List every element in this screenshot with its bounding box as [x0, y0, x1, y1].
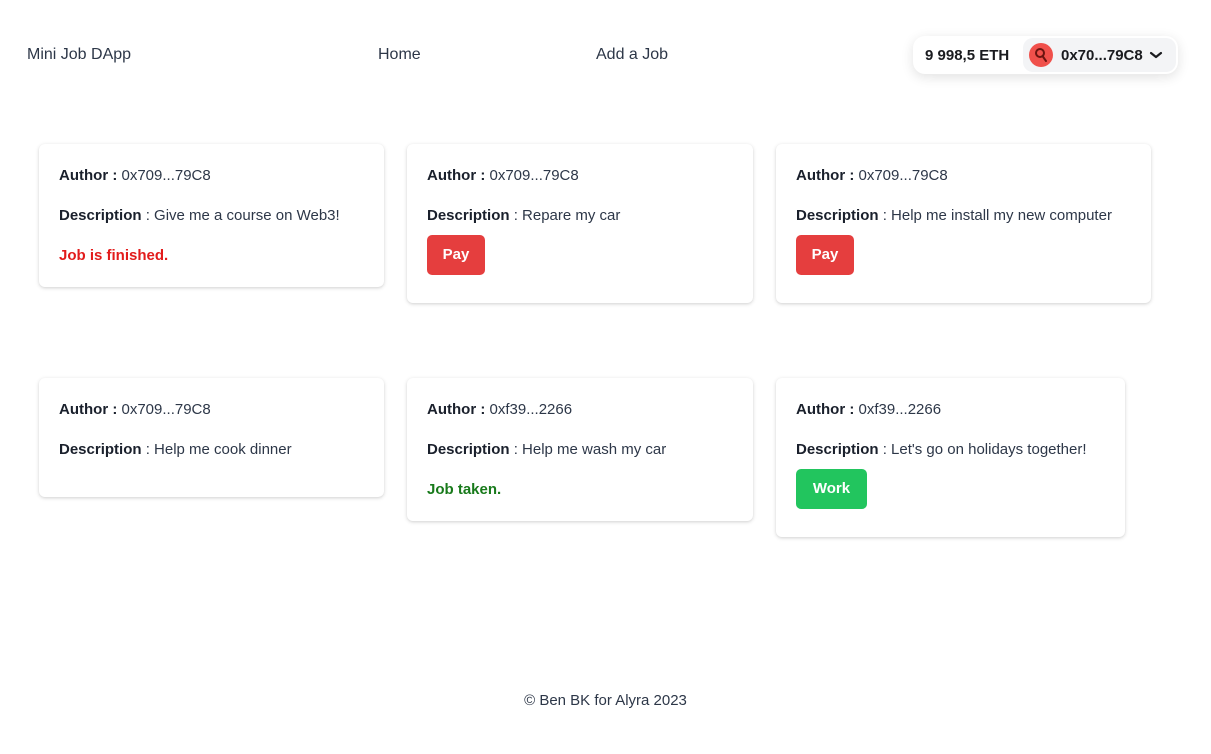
job-author-row: Author : 0x709...79C8	[59, 166, 364, 186]
job-author: 0x709...79C8	[858, 167, 948, 184]
description-label: Description	[59, 441, 142, 458]
wallet-widget: 9 998,5 ETH 0x70...79C8	[913, 36, 1178, 74]
job-description-row: Description : Repare my car	[427, 206, 733, 226]
job-card: Author : 0xf39...2266 Description : Help…	[407, 378, 753, 521]
nav-add-job-link[interactable]: Add a Job	[596, 46, 668, 64]
job-card: Author : 0x709...79C8 Description : Repa…	[407, 144, 753, 303]
job-description: : Give me a course on Web3!	[145, 207, 340, 224]
job-author-row: Author : 0xf39...2266	[427, 400, 733, 420]
footer-copyright: © Ben BK for Alyra 2023	[524, 692, 687, 709]
author-label: Author :	[796, 167, 855, 184]
chevron-down-icon	[1149, 50, 1163, 60]
account-button[interactable]: 0x70...79C8	[1023, 38, 1176, 72]
description-label: Description	[427, 441, 510, 458]
job-description: : Repare my car	[513, 207, 621, 224]
job-card: Author : 0x709...79C8 Description : Help…	[776, 144, 1151, 303]
job-card: Author : 0xf39...2266 Description : Let'…	[776, 378, 1125, 537]
job-author: 0x709...79C8	[489, 167, 579, 184]
description-label: Description	[796, 441, 879, 458]
job-author: 0xf39...2266	[858, 401, 942, 418]
description-label: Description	[796, 207, 879, 224]
description-label: Description	[59, 207, 142, 224]
wallet-balance[interactable]: 9 998,5 ETH	[913, 47, 1023, 64]
job-author-row: Author : 0x709...79C8	[59, 400, 364, 420]
job-author: 0x709...79C8	[121, 167, 211, 184]
pay-button[interactable]: Pay	[427, 234, 485, 275]
work-button[interactable]: Work	[796, 468, 867, 509]
job-description-row: Description : Help me cook dinner	[59, 440, 364, 460]
avatar-icon	[1029, 43, 1053, 67]
job-card: Author : 0x709...79C8 Description : Help…	[39, 378, 384, 497]
job-description-row: Description : Let's go on holidays toget…	[796, 440, 1105, 460]
pay-button[interactable]: Pay	[796, 234, 854, 275]
job-description-row: Description : Give me a course on Web3!	[59, 206, 364, 226]
job-description: : Help me cook dinner	[145, 441, 292, 458]
job-author: 0xf39...2266	[489, 401, 573, 418]
job-card: Author : 0x709...79C8 Description : Give…	[39, 144, 384, 287]
job-description: : Let's go on holidays together!	[882, 441, 1087, 458]
job-author: 0x709...79C8	[121, 401, 211, 418]
description-label: Description	[427, 207, 510, 224]
brand-title: Mini Job DApp	[27, 46, 132, 63]
job-description: : Help me wash my car	[513, 441, 667, 458]
job-author-row: Author : 0x709...79C8	[796, 166, 1131, 186]
page: Mini Job DApp Home Add a Job 9 998,5 ETH…	[0, 0, 1211, 754]
author-label: Author :	[427, 401, 486, 418]
author-label: Author :	[427, 167, 486, 184]
job-description-row: Description : Help me wash my car	[427, 440, 733, 460]
account-address: 0x70...79C8	[1061, 46, 1143, 64]
author-label: Author :	[59, 401, 118, 418]
job-description-row: Description : Help me install my new com…	[796, 206, 1131, 226]
job-author-row: Author : 0x709...79C8	[427, 166, 733, 186]
nav-home-link[interactable]: Home	[378, 46, 421, 64]
author-label: Author :	[59, 167, 118, 184]
job-author-row: Author : 0xf39...2266	[796, 400, 1105, 420]
job-status-taken: Job taken.	[427, 481, 502, 498]
job-status-finished: Job is finished.	[59, 247, 169, 264]
author-label: Author :	[796, 401, 855, 418]
job-description: : Help me install my new computer	[882, 207, 1112, 224]
